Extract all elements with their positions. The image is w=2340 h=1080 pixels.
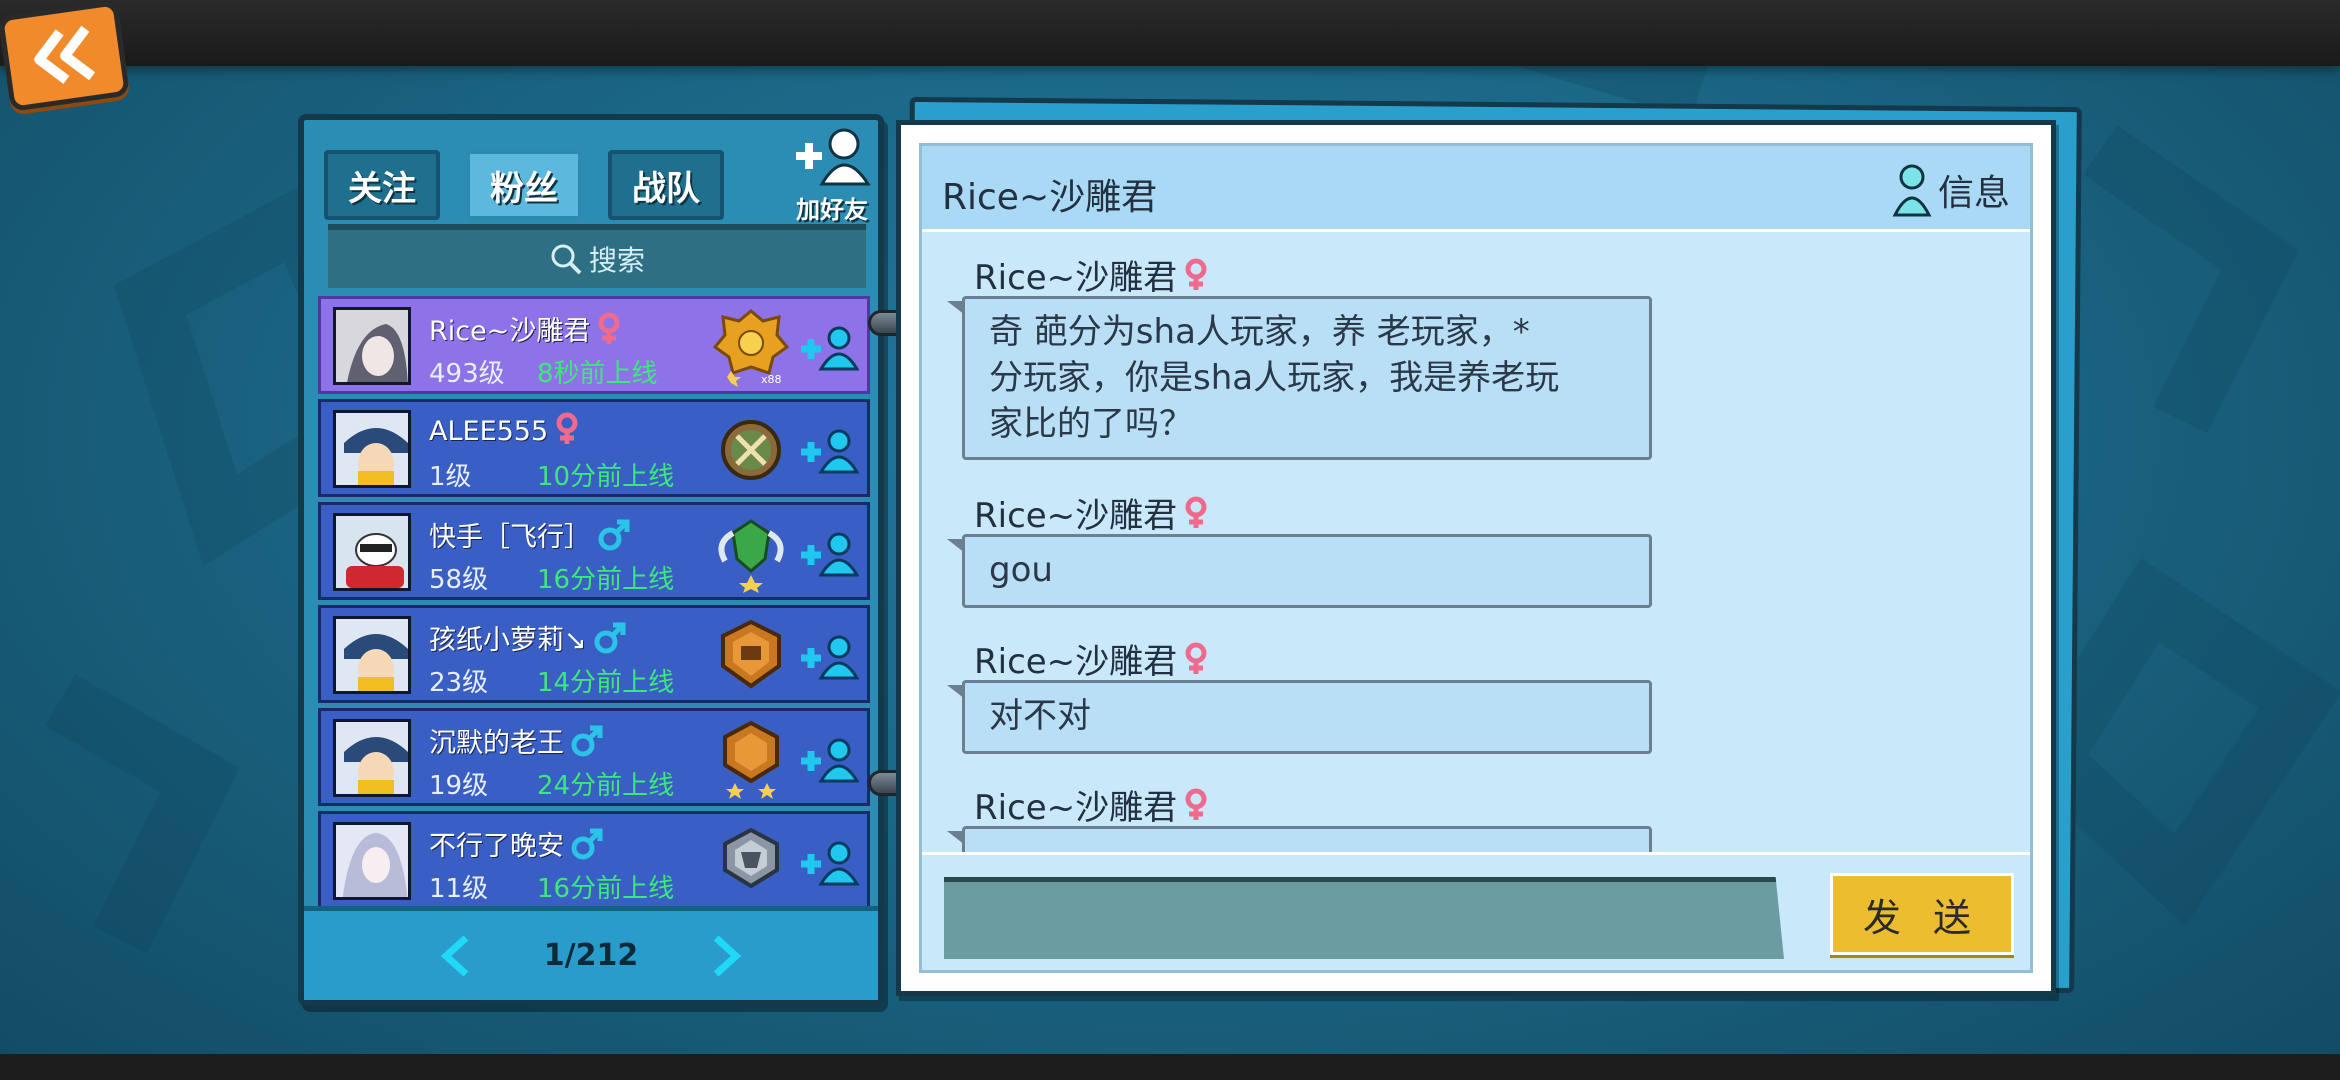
- chat-input-area: 发 送: [922, 852, 2030, 970]
- friend-level: 58级: [429, 565, 489, 595]
- friend-level: 493级: [429, 359, 505, 389]
- page-indicator: 1/212: [543, 938, 639, 973]
- chat-title: Rice~沙雕君: [942, 177, 1158, 218]
- friend-level: 1级: [429, 462, 472, 492]
- message-sender: Rice~沙雕君: [974, 634, 1209, 685]
- online-status: 8秒前上线: [537, 359, 658, 389]
- avatar: [333, 307, 411, 385]
- avatar: [333, 410, 411, 488]
- add-friend-icon[interactable]: [799, 325, 859, 371]
- female-icon: [1183, 258, 1209, 301]
- bronze-shield-badge-icon: [721, 619, 781, 689]
- male-icon: [593, 621, 627, 662]
- silver-badge-icon: [723, 827, 779, 889]
- add-friend-button[interactable]: 加好友: [784, 126, 880, 236]
- friend-level: 19级: [429, 771, 489, 801]
- friend-row[interactable]: Rice~沙雕君 493级 8秒前上线 x88: [318, 296, 870, 394]
- friend-name: 孩纸小萝莉↘: [429, 618, 627, 662]
- bronze-star-badge-icon: [723, 720, 779, 799]
- friend-name: ALEE555: [429, 412, 580, 453]
- friend-list[interactable]: Rice~沙雕君 493级 8秒前上线 x88 ALEE555 1级 10分前上…: [318, 296, 870, 910]
- badge-count: x88: [761, 373, 782, 386]
- online-status: 10分前上线: [537, 462, 675, 492]
- friend-row[interactable]: ALEE555 1级 10分前上线: [318, 399, 870, 497]
- add-friend-icon[interactable]: [799, 737, 859, 783]
- friend-level: 23级: [429, 668, 489, 698]
- female-icon: [554, 412, 580, 453]
- add-friend-icon: [796, 128, 871, 186]
- back-button[interactable]: [0, 0, 131, 112]
- female-icon: [596, 312, 622, 353]
- chat-body: Rice~沙雕君 信息 Rice~沙雕君 奇 葩分为sha人玩家，养 老玩家，*…: [919, 143, 2033, 973]
- double-chevron-left-icon: [34, 25, 96, 84]
- male-icon: [570, 827, 604, 868]
- male-icon: [570, 724, 604, 765]
- friend-level: 11级: [429, 874, 489, 904]
- user-icon: [1892, 164, 1932, 217]
- friends-panel: 关注 粉丝 战队 加好友 搜索 Rice~沙雕君 493级 8秒前上线 x88 …: [298, 114, 884, 1006]
- search-label: 搜索: [588, 244, 645, 277]
- top-bar: [0, 0, 2340, 66]
- pagination: 1/212: [304, 906, 878, 1000]
- message-sender: Rice~沙雕君: [974, 780, 1209, 831]
- female-icon: [1183, 788, 1209, 831]
- avatar: [333, 719, 411, 797]
- friend-name: 沉默的老王: [429, 721, 604, 765]
- chevron-right-icon[interactable]: [708, 934, 744, 978]
- friend-row[interactable]: 不行了晚安 11级 16分前上线: [318, 811, 870, 909]
- add-friend-icon[interactable]: [799, 531, 859, 577]
- avatar: [333, 616, 411, 694]
- avatar: [333, 513, 411, 591]
- friend-name: 快手［飞行］: [429, 515, 631, 559]
- friend-row[interactable]: 沉默的老王 19级 24分前上线: [318, 708, 870, 806]
- friend-row[interactable]: 快手［飞行］ 58级 16分前上线: [318, 502, 870, 600]
- female-icon: [1183, 642, 1209, 685]
- message-bubble: 对不对: [947, 680, 1652, 754]
- avatar: [333, 822, 411, 900]
- chat-header: Rice~沙雕君 信息: [922, 146, 2030, 232]
- search-icon: [551, 244, 582, 275]
- online-status: 16分前上线: [537, 874, 675, 904]
- chat-panel: Rice~沙雕君 信息 Rice~沙雕君 奇 葩分为sha人玩家，养 老玩家，*…: [896, 120, 2056, 996]
- male-icon: [597, 518, 631, 559]
- gold-crown-badge-icon: x88: [712, 309, 790, 387]
- message-bubble: 奇 葩分为sha人玩家，养 老玩家，* 分玩家，你是sha人玩家，我是养老玩 家…: [947, 296, 1652, 460]
- tab-team[interactable]: 战队: [608, 150, 724, 220]
- friend-name: Rice~沙雕君: [429, 309, 622, 353]
- add-friend-icon[interactable]: [799, 428, 859, 474]
- info-button[interactable]: 信息: [1892, 162, 2010, 218]
- message-sender: Rice~沙雕君: [974, 250, 1209, 301]
- chevron-left-icon[interactable]: [438, 934, 474, 978]
- friend-row[interactable]: 孩纸小萝莉↘ 23级 14分前上线: [318, 605, 870, 703]
- message-input[interactable]: [944, 877, 1784, 959]
- message-bubble: gou: [947, 534, 1652, 608]
- bottom-bar: [0, 1054, 2340, 1080]
- tab-follow[interactable]: 关注: [324, 150, 440, 220]
- add-friend-icon[interactable]: [799, 840, 859, 886]
- online-status: 14分前上线: [537, 668, 675, 698]
- info-label: 信息: [1937, 173, 2010, 214]
- message-sender: Rice~沙雕君: [974, 488, 1209, 539]
- tab-fans[interactable]: 粉丝: [466, 150, 582, 220]
- search-bar[interactable]: 搜索: [328, 224, 866, 288]
- message-list[interactable]: Rice~沙雕君 奇 葩分为sha人玩家，养 老玩家，* 分玩家，你是sha人玩…: [922, 236, 2030, 860]
- add-friend-label: 加好友: [796, 196, 868, 224]
- bronze-sword-badge-icon: [721, 420, 781, 480]
- online-status: 24分前上线: [537, 771, 675, 801]
- female-icon: [1183, 496, 1209, 539]
- add-friend-icon[interactable]: [799, 634, 859, 680]
- friend-name: 不行了晚安: [429, 824, 604, 868]
- green-wing-badge-icon: [718, 519, 784, 593]
- send-button[interactable]: 发 送: [1830, 873, 2014, 955]
- online-status: 16分前上线: [537, 565, 675, 595]
